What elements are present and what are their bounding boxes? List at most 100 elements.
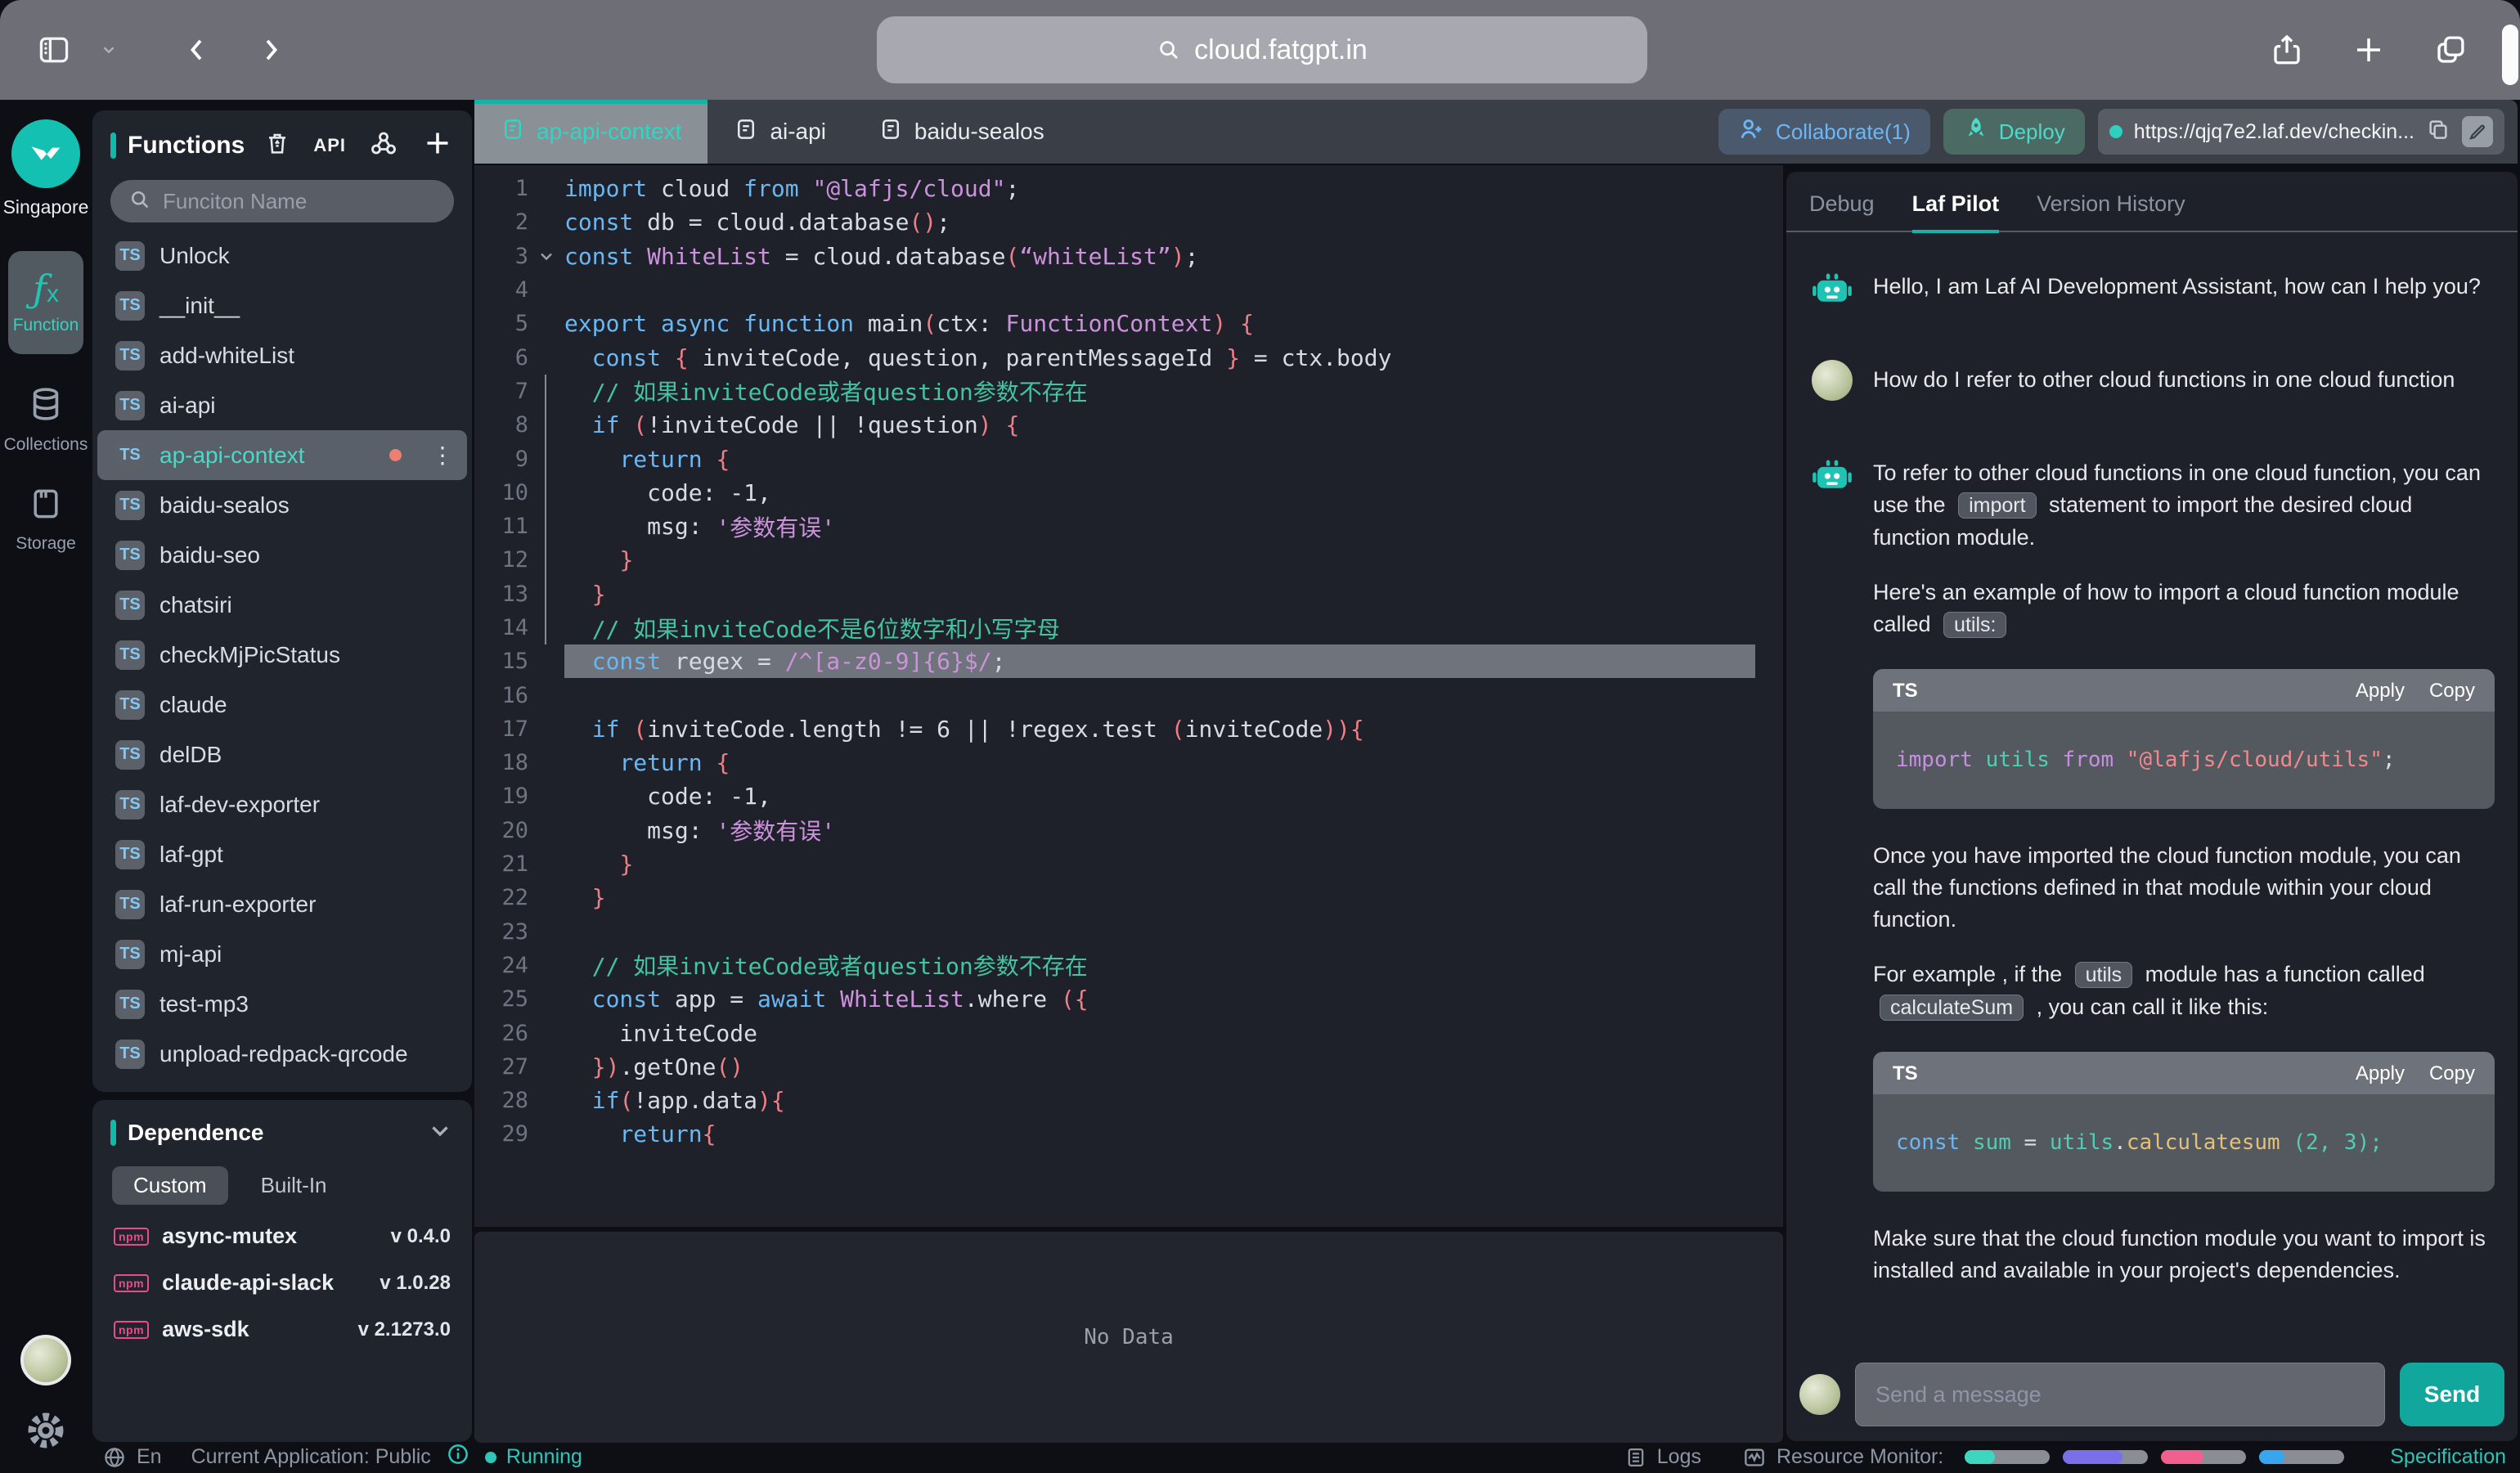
left-rail: Singapore ƒx Function Collections Storag… xyxy=(0,100,92,1473)
function-name: checkMjPicStatus xyxy=(159,642,340,668)
logs-button[interactable]: Logs xyxy=(1624,1445,1701,1469)
chat-message-input[interactable] xyxy=(1855,1363,2385,1426)
function-item[interactable]: TSadd-whiteList xyxy=(97,330,467,380)
copy-icon[interactable] xyxy=(2426,117,2450,147)
new-tab-icon[interactable] xyxy=(2352,33,2386,67)
code-text xyxy=(564,915,1755,949)
function-item[interactable]: TSap-api-context⋮ xyxy=(97,430,467,480)
specification-link[interactable]: Specification xyxy=(2390,1445,2506,1469)
function-item[interactable]: TSbaidu-sealos xyxy=(97,480,467,530)
rail-item-collections[interactable]: Collections xyxy=(4,385,88,455)
resource-monitor-label: Resource Monitor: xyxy=(1777,1445,1943,1469)
function-item[interactable]: TSbaidu-seo xyxy=(97,530,467,580)
apply-button[interactable]: Apply xyxy=(2356,1058,2405,1089)
code-text: } xyxy=(564,847,1755,881)
send-button[interactable]: Send xyxy=(2400,1363,2504,1426)
edit-icon[interactable] xyxy=(2462,116,2493,147)
function-item[interactable]: TSlaf-gpt xyxy=(97,829,467,879)
sidebar-toggle-icon[interactable] xyxy=(36,32,72,68)
function-item[interactable]: TSlaf-run-exporter xyxy=(97,879,467,929)
code-lang-label: TS xyxy=(1893,675,1918,707)
editor-tab-ai-api[interactable]: ai-api xyxy=(707,100,851,164)
message-paragraph: Once you have imported the cloud functio… xyxy=(1873,840,2495,936)
function-item[interactable]: TStest-mp3 xyxy=(97,979,467,1029)
npm-icon: npm xyxy=(114,1228,149,1246)
share-icon[interactable] xyxy=(2270,33,2304,67)
rail-item-storage[interactable]: Storage xyxy=(16,486,76,554)
settings-gear-icon[interactable] xyxy=(25,1410,66,1455)
webhook-icon[interactable] xyxy=(369,128,398,162)
trash-icon[interactable] xyxy=(264,130,290,160)
copy-button[interactable]: Copy xyxy=(2429,675,2475,707)
user-avatar[interactable] xyxy=(20,1335,71,1385)
laf-logo[interactable] xyxy=(11,119,80,188)
message-text: Make sure that the cloud function module… xyxy=(1873,1226,2486,1282)
function-item[interactable]: TSclaude xyxy=(97,680,467,730)
inline-code-chip: utils xyxy=(2075,962,2132,988)
function-search-input[interactable] xyxy=(163,189,436,214)
file-icon xyxy=(501,117,525,147)
running-status: Running xyxy=(485,1445,582,1469)
line-number: 1 xyxy=(474,176,528,201)
copy-button[interactable]: Copy xyxy=(2429,1058,2475,1089)
function-name: ap-api-context xyxy=(159,442,304,469)
back-icon[interactable] xyxy=(182,34,213,65)
dependence-item[interactable]: npmclaude-api-slackv 1.0.28 xyxy=(92,1260,472,1306)
function-icon: ƒx xyxy=(33,270,59,308)
rail-item-function[interactable]: ƒx Function xyxy=(8,251,83,354)
function-item[interactable]: TSai-api xyxy=(97,380,467,430)
collapse-chevron-icon[interactable] xyxy=(426,1116,454,1148)
dependence-list: npmasync-mutexv 0.4.0npmclaude-api-slack… xyxy=(92,1213,472,1353)
dep-tab-builtin[interactable]: Built-In xyxy=(261,1173,327,1198)
status-dot xyxy=(2109,125,2122,138)
add-function-icon[interactable] xyxy=(421,127,454,164)
assistant-tab-debug[interactable]: Debug xyxy=(1809,191,1875,233)
fold-chevron-icon[interactable] xyxy=(528,246,564,266)
function-url-pill[interactable]: https://qjq7e2.laf.dev/checkin... xyxy=(2098,109,2504,155)
deploy-button[interactable]: Deploy xyxy=(1943,109,2085,155)
function-item[interactable]: TSUnlock xyxy=(97,231,467,281)
address-bar[interactable]: cloud.fatgpt.in xyxy=(877,16,1647,83)
inline-code-chip: utils: xyxy=(1943,612,2006,638)
function-item[interactable]: TSchatsiri xyxy=(97,580,467,630)
editor-tab-baidu-sealos[interactable]: baidu-sealos xyxy=(852,100,1071,164)
line-number: 22 xyxy=(474,885,528,910)
editor-tab-ap-api-context[interactable]: ap-api-context xyxy=(474,100,707,164)
dependence-item[interactable]: npmasync-mutexv 0.4.0 xyxy=(92,1213,472,1260)
function-item[interactable]: TSlaf-dev-exporter xyxy=(97,779,467,829)
line-number: 9 xyxy=(474,447,528,472)
function-name: baidu-sealos xyxy=(159,492,290,519)
apply-button[interactable]: Apply xyxy=(2356,675,2405,707)
assistant-tab-version-history[interactable]: Version History xyxy=(2037,191,2185,233)
rail-item-label: Storage xyxy=(16,534,76,554)
message-text: statement to import the desired cloud fu… xyxy=(1873,492,2412,550)
dep-tab-custom[interactable]: Custom xyxy=(112,1166,228,1205)
function-item[interactable]: TS__init__ xyxy=(97,281,467,330)
chevron-down-icon[interactable] xyxy=(100,41,118,59)
chat-area: Hello, I am Laf AI Development Assistant… xyxy=(1786,242,2518,1341)
message-paragraph: Here's an example of how to import a clo… xyxy=(1873,577,2495,641)
code-line: 17 if (inviteCode.length != 6 || !regex.… xyxy=(474,712,1783,746)
code-block-actions: Apply Copy xyxy=(2356,1058,2475,1089)
chat-message: To refer to other cloud functions in one… xyxy=(1809,453,2495,1309)
tab-overview-icon[interactable] xyxy=(2433,33,2468,67)
resource-bar xyxy=(1965,1450,2050,1464)
collaborate-button[interactable]: Collaborate(1) xyxy=(1718,109,1930,155)
assistant-tab-laf-pilot[interactable]: Laf Pilot xyxy=(1912,191,2000,233)
code-editor[interactable]: 1import cloud from "@lafjs/cloud";2const… xyxy=(474,165,1783,1227)
function-item[interactable]: TSunpload-redpack-qrcode xyxy=(97,1029,467,1079)
typescript-badge: TS xyxy=(115,341,145,370)
function-item[interactable]: TSdelDB xyxy=(97,730,467,779)
function-item[interactable]: TScheckMjPicStatus xyxy=(97,630,467,680)
api-docs-icon[interactable]: API xyxy=(313,135,346,156)
more-menu-icon[interactable]: ⋮ xyxy=(431,444,454,467)
forward-icon[interactable] xyxy=(255,34,286,65)
collaborate-label: Collaborate(1) xyxy=(1776,119,1911,145)
info-icon[interactable] xyxy=(446,1442,470,1472)
function-search[interactable] xyxy=(110,180,454,222)
language-switch[interactable]: En xyxy=(102,1445,162,1470)
function-name: test-mp3 xyxy=(159,991,249,1017)
function-item[interactable]: TSmj-api xyxy=(97,929,467,979)
dependence-item[interactable]: npmaws-sdkv 2.1273.0 xyxy=(92,1306,472,1353)
scrollbar-thumb[interactable] xyxy=(2502,25,2518,85)
